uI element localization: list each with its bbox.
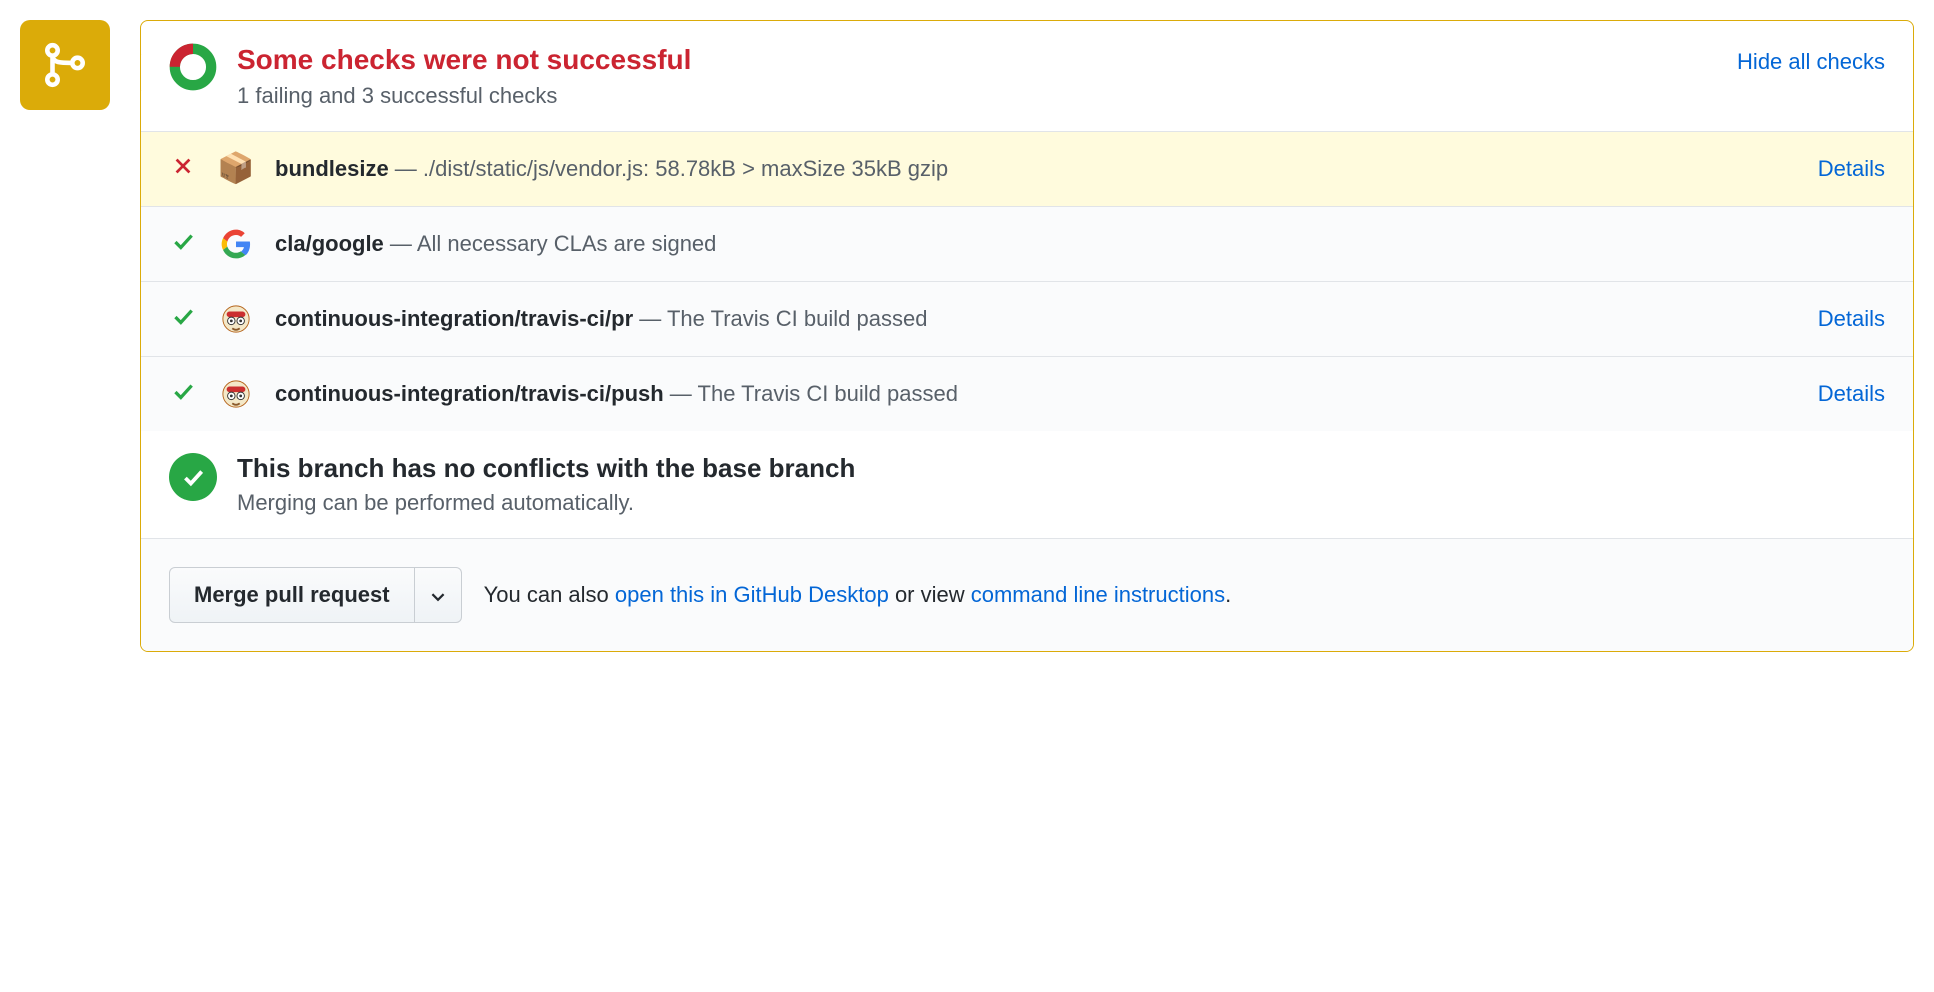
git-merge-icon [40,40,90,90]
check-desc: The Travis CI build passed [667,306,927,331]
hint-text: . [1225,582,1231,607]
check-row: continuous-integration/travis-ci/pr — Th… [141,281,1913,356]
merge-dropdown-button[interactable] [415,567,462,623]
x-icon [172,155,194,183]
check-row: cla/google — All necessary CLAs are sign… [141,206,1913,281]
package-icon: 📦 [219,152,253,186]
hide-checks-link[interactable]: Hide all checks [1737,49,1885,75]
travis-icon [219,302,253,336]
merge-button[interactable]: Merge pull request [169,567,415,623]
check-name: continuous-integration/travis-ci/push [275,381,664,406]
cli-instructions-link[interactable]: command line instructions [971,582,1225,607]
check-row: continuous-integration/travis-ci/push — … [141,356,1913,431]
check-desc: ./dist/static/js/vendor.js: 58.78kB > ma… [423,156,948,181]
hint-text: or view [889,582,971,607]
check-icon [170,378,196,410]
check-status [169,303,197,335]
travis-icon [219,377,253,411]
open-desktop-link[interactable]: open this in GitHub Desktop [615,582,889,607]
check-text: cla/google — All necessary CLAs are sign… [275,231,1885,257]
merge-status: This branch has no conflicts with the ba… [141,431,1913,538]
merge-hint: You can also open this in GitHub Desktop… [484,582,1232,608]
check-desc: The Travis CI build passed [698,381,958,406]
check-row: 📦 bundlesize — ./dist/static/js/vendor.js… [141,131,1913,206]
check-status [169,378,197,410]
checks-header: Some checks were not successful 1 failin… [141,21,1913,131]
details-link[interactable]: Details [1818,381,1885,407]
donut-status-icon [169,43,217,91]
merge-title: This branch has no conflicts with the ba… [237,453,855,484]
merge-badge [20,20,110,110]
checks-subtitle: 1 failing and 3 successful checks [237,83,691,109]
checks-list: 📦 bundlesize — ./dist/static/js/vendor.js… [141,131,1913,431]
success-check-icon [169,453,217,501]
check-text: bundlesize — ./dist/static/js/vendor.js:… [275,156,1796,182]
details-link[interactable]: Details [1818,156,1885,182]
check-name: bundlesize [275,156,389,181]
merge-subtitle: Merging can be performed automatically. [237,490,855,516]
caret-down-icon [431,592,445,602]
check-name: continuous-integration/travis-ci/pr [275,306,633,331]
merge-button-group: Merge pull request [169,567,462,623]
checks-title: Some checks were not successful [237,43,691,77]
check-text: continuous-integration/travis-ci/push — … [275,381,1796,407]
check-status [169,228,197,260]
hint-text: You can also [484,582,615,607]
google-icon [219,227,253,261]
actions-bar: Merge pull request You can also open thi… [141,538,1913,651]
check-icon [170,228,196,260]
check-text: continuous-integration/travis-ci/pr — Th… [275,306,1796,332]
check-icon [170,303,196,335]
checks-panel: Some checks were not successful 1 failin… [140,20,1914,652]
check-name: cla/google [275,231,384,256]
details-link[interactable]: Details [1818,306,1885,332]
check-status [169,155,197,183]
check-desc: All necessary CLAs are signed [417,231,717,256]
